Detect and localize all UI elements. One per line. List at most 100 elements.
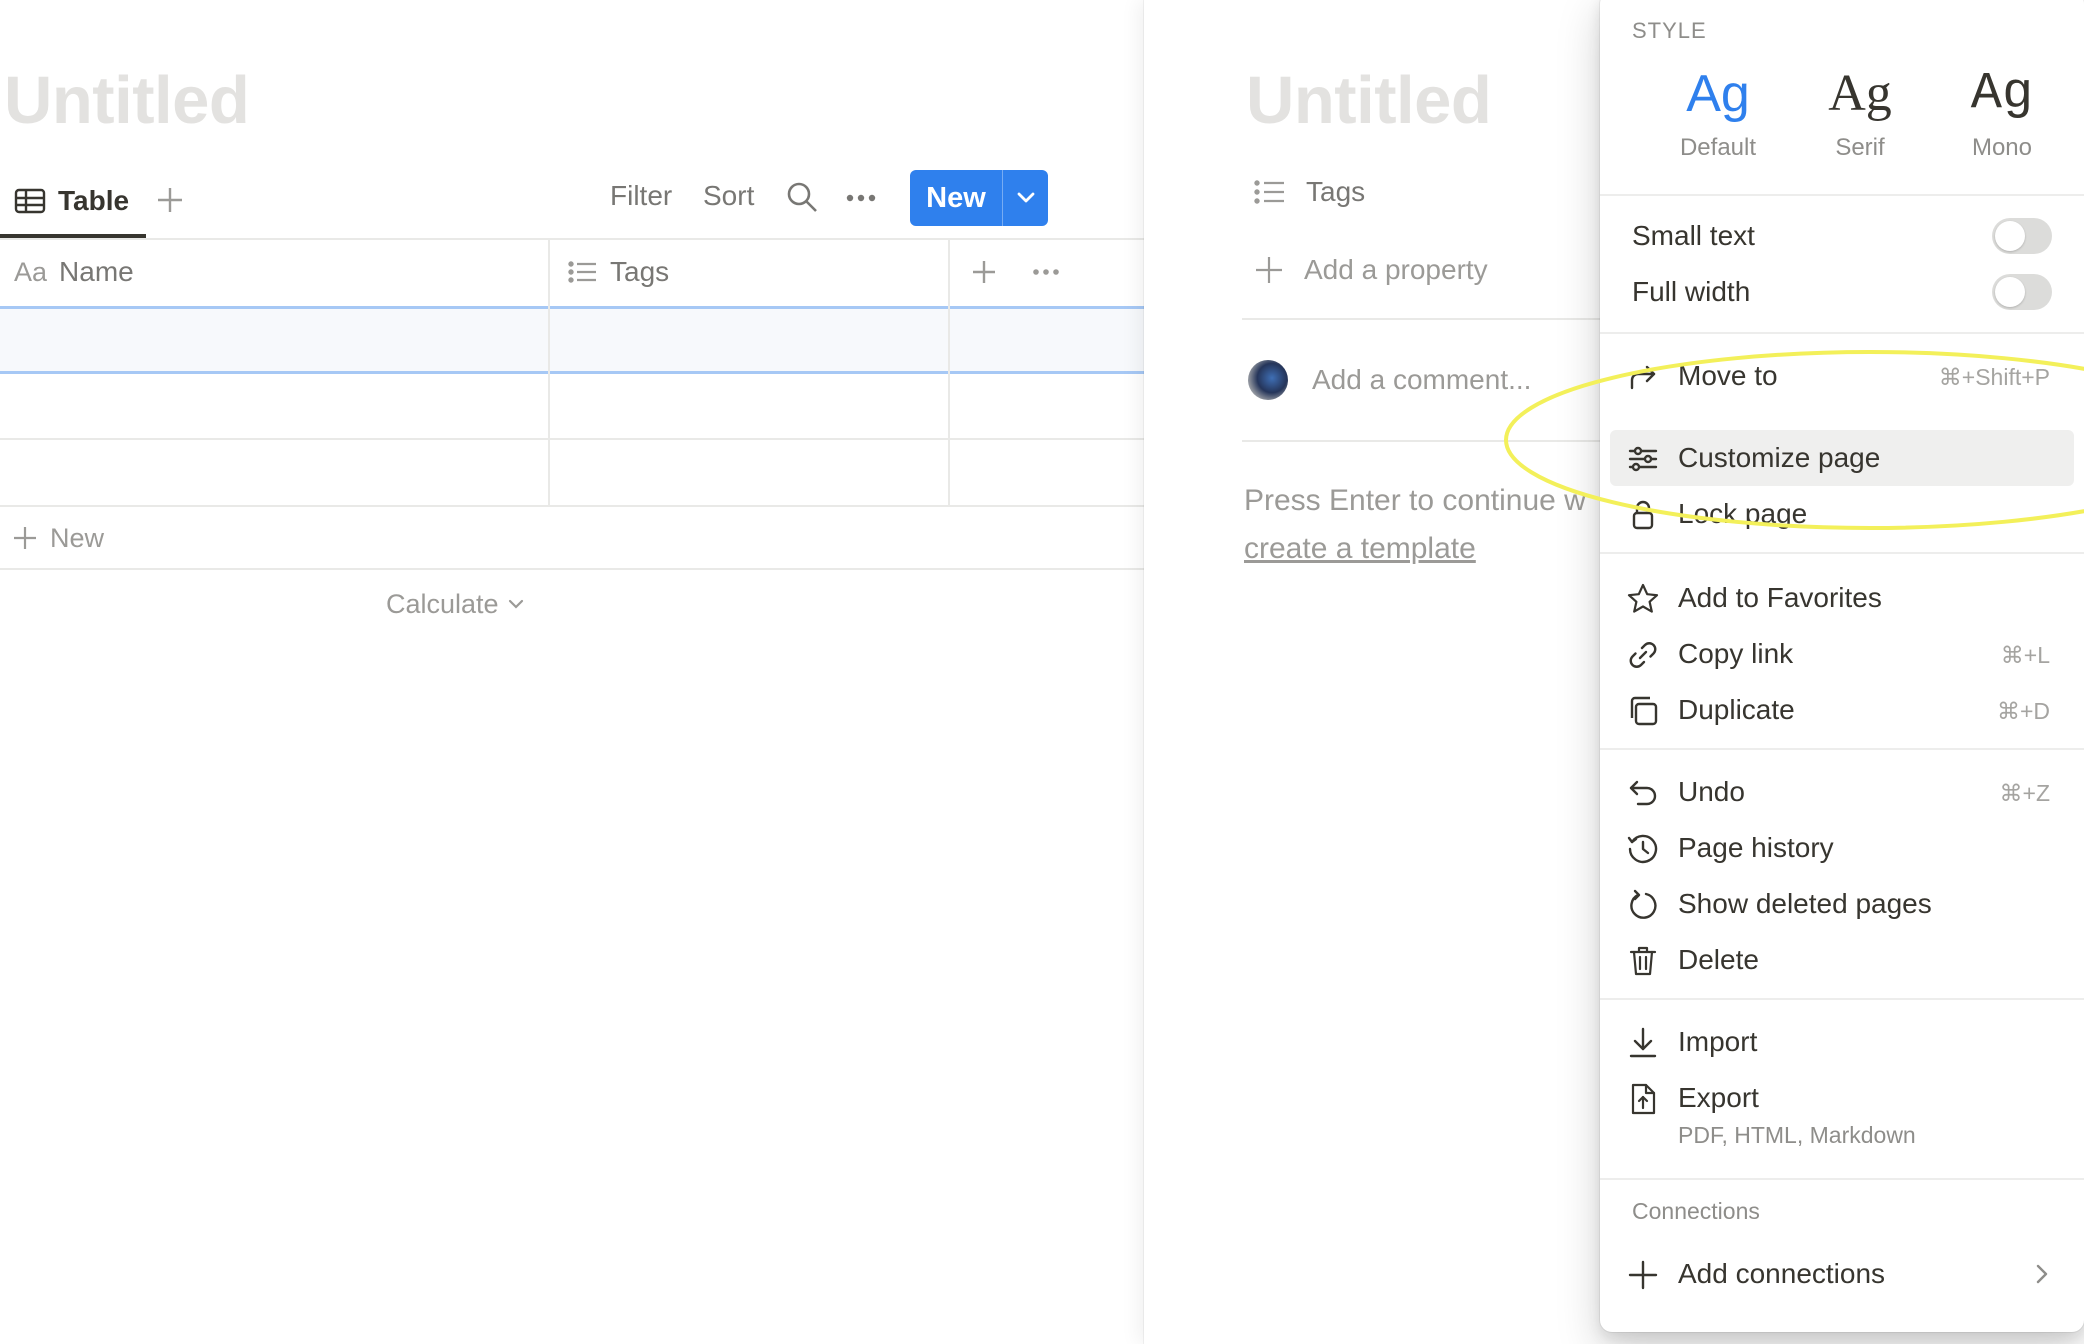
font-name: Serif bbox=[1835, 134, 1885, 161]
menu-divider bbox=[1600, 998, 2084, 1000]
new-button-group: New bbox=[910, 170, 1048, 226]
page-options-menu: STYLE Ag Default Ag Serif Ag Mono Small … bbox=[1600, 0, 2084, 1332]
table-header-top-border bbox=[0, 238, 1144, 240]
add-view-icon[interactable] bbox=[154, 180, 186, 220]
font-sample: Ag bbox=[1686, 65, 1750, 123]
menu-item-label: Page history bbox=[1678, 832, 1834, 863]
plus-icon bbox=[12, 525, 38, 551]
property-tags[interactable]: Tags bbox=[1254, 172, 1365, 212]
more-horizontal-icon[interactable] bbox=[846, 186, 876, 210]
empty-page-hint: Press Enter to continue w bbox=[1244, 484, 1586, 517]
column-divider bbox=[948, 238, 950, 506]
toggle-label: Full width bbox=[1632, 276, 1751, 307]
column-label: Name bbox=[59, 256, 134, 287]
plus-icon bbox=[1626, 1258, 1660, 1292]
full-width-toggle-row[interactable]: Full width bbox=[1632, 272, 2052, 312]
calculate-button[interactable]: Calculate bbox=[386, 584, 525, 624]
menu-item-add-favorites[interactable]: Add to Favorites bbox=[1600, 570, 2084, 626]
table-cell-name[interactable] bbox=[0, 440, 548, 504]
menu-item-label: Customize page bbox=[1678, 442, 1881, 473]
menu-item-label: Add connections bbox=[1678, 1258, 1886, 1289]
list-icon bbox=[568, 260, 598, 284]
menu-item-delete[interactable]: Delete bbox=[1600, 932, 2084, 988]
menu-item-label: Lock page bbox=[1678, 498, 1808, 529]
font-option-serif[interactable]: Ag Serif bbox=[1790, 62, 1930, 162]
menu-item-label: Duplicate bbox=[1678, 694, 1795, 725]
full-width-toggle[interactable] bbox=[1992, 274, 2052, 310]
add-property-button[interactable]: Add a property bbox=[1254, 250, 1488, 290]
add-row-button[interactable]: New bbox=[12, 518, 104, 558]
list-icon bbox=[1254, 179, 1286, 205]
lock-icon bbox=[1626, 498, 1660, 532]
new-options-button[interactable] bbox=[1003, 170, 1048, 226]
font-sample: Ag bbox=[1828, 65, 1892, 122]
font-option-mono[interactable]: Ag Mono bbox=[1932, 62, 2072, 162]
peek-page-title[interactable]: Untitled bbox=[1246, 62, 1492, 139]
menu-item-add-connections[interactable]: Add connections bbox=[1600, 1246, 2084, 1302]
menu-item-label: Undo bbox=[1678, 776, 1745, 807]
font-option-default[interactable]: Ag Default bbox=[1648, 62, 1788, 162]
menu-item-shortcut: ⌘+D bbox=[1996, 698, 2050, 724]
menu-item-import[interactable]: Import bbox=[1600, 1014, 2084, 1070]
filter-button[interactable]: Filter bbox=[610, 180, 672, 212]
table-row-border bbox=[0, 505, 1144, 507]
sort-button[interactable]: Sort bbox=[703, 180, 754, 212]
database-page: Untitled Table Filter Sort New Aa Name T… bbox=[0, 0, 1144, 1344]
menu-item-move-to[interactable]: Move to ⌘+Shift+P bbox=[1600, 348, 2084, 404]
comment-input[interactable]: Add a comment... bbox=[1312, 364, 1531, 396]
menu-item-label: Export bbox=[1678, 1082, 1759, 1113]
tab-table-label: Table bbox=[58, 185, 130, 216]
menu-item-page-history[interactable]: Page history bbox=[1600, 820, 2084, 876]
toggle-label: Small text bbox=[1632, 220, 1755, 251]
menu-divider bbox=[1600, 194, 2084, 196]
plus-icon bbox=[1254, 255, 1284, 285]
avatar bbox=[1248, 360, 1288, 400]
create-template-link[interactable]: create a template bbox=[1244, 532, 1476, 566]
calculate-label: Calculate bbox=[386, 588, 499, 619]
small-text-toggle[interactable] bbox=[1992, 218, 2052, 254]
search-icon[interactable] bbox=[786, 181, 818, 215]
page-title[interactable]: Untitled bbox=[4, 62, 250, 139]
font-sample: Ag bbox=[1970, 64, 2034, 123]
column-header-name[interactable]: Aa Name bbox=[14, 252, 134, 292]
undo-icon bbox=[1626, 776, 1660, 810]
column-header-tags[interactable]: Tags bbox=[568, 252, 669, 292]
import-icon bbox=[1626, 1026, 1660, 1060]
menu-item-duplicate[interactable]: Duplicate ⌘+D bbox=[1600, 682, 2084, 738]
chevron-right-icon bbox=[2030, 1262, 2054, 1286]
table-row[interactable] bbox=[0, 306, 1144, 374]
text-type-icon: Aa bbox=[14, 256, 48, 287]
font-name: Default bbox=[1679, 134, 1757, 161]
menu-item-sublabel: PDF, HTML, Markdown bbox=[1678, 1122, 1916, 1148]
table-cell-name[interactable] bbox=[0, 374, 548, 438]
trash-icon bbox=[1626, 944, 1660, 978]
menu-item-label: Move to bbox=[1678, 360, 1778, 391]
menu-item-lock-page[interactable]: Lock page bbox=[1600, 486, 2084, 542]
column-more-icon[interactable] bbox=[1032, 262, 1060, 282]
menu-item-export[interactable]: Export PDF, HTML, Markdown bbox=[1600, 1070, 2084, 1152]
menu-item-shortcut: ⌘+Shift+P bbox=[1938, 364, 2050, 390]
menu-item-label: Delete bbox=[1678, 944, 1759, 975]
add-column-icon[interactable] bbox=[970, 258, 998, 286]
menu-divider bbox=[1600, 1178, 2084, 1180]
menu-item-undo[interactable]: Undo ⌘+Z bbox=[1600, 764, 2084, 820]
new-button[interactable]: New bbox=[910, 170, 1002, 226]
menu-item-copy-link[interactable]: Copy link ⌘+L bbox=[1600, 626, 2084, 682]
menu-item-label: Import bbox=[1678, 1026, 1758, 1057]
tab-table[interactable]: Table bbox=[14, 180, 129, 222]
move-arrow-icon bbox=[1626, 360, 1660, 394]
star-icon bbox=[1626, 582, 1660, 616]
small-text-toggle-row[interactable]: Small text bbox=[1632, 216, 2052, 256]
font-name: Mono bbox=[1971, 134, 2033, 161]
menu-item-shortcut: ⌘+L bbox=[2000, 642, 2050, 668]
menu-item-show-deleted[interactable]: Show deleted pages bbox=[1600, 876, 2084, 932]
menu-divider bbox=[1600, 332, 2084, 334]
menu-item-customize-page[interactable]: Customize page bbox=[1610, 430, 2074, 486]
column-divider bbox=[548, 238, 550, 506]
property-label: Tags bbox=[1306, 176, 1366, 207]
duplicate-icon bbox=[1626, 694, 1660, 728]
add-property-label: Add a property bbox=[1304, 254, 1488, 285]
add-row-label: New bbox=[50, 522, 105, 553]
menu-item-label: Copy link bbox=[1678, 638, 1794, 669]
menu-divider bbox=[1600, 748, 2084, 750]
